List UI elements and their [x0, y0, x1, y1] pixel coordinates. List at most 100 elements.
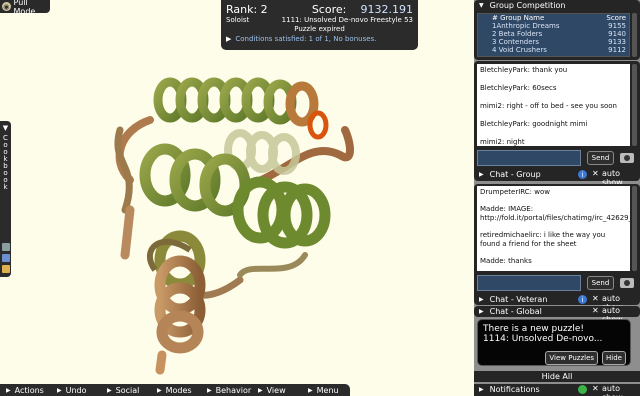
- notifications-title: Notifications: [489, 385, 540, 394]
- chat-group-send-button[interactable]: Send: [587, 151, 614, 165]
- group-table-scrollbar[interactable]: [632, 13, 637, 57]
- notifications-panel: ▶ Notifications ✕ auto show: [474, 384, 640, 396]
- role-label: Soloist: [226, 16, 250, 24]
- menu-social[interactable]: ▶ Social: [107, 386, 139, 395]
- chat-global-header[interactable]: ▶ Chat - Global ✕ auto show: [474, 306, 640, 324]
- pull-mode-icon: ◉: [2, 2, 11, 11]
- rank-label: Rank: 2: [226, 3, 268, 16]
- table-row[interactable]: 4 Void Crushers 9112: [478, 46, 629, 54]
- chat-veteran-scrollbar[interactable]: [632, 186, 637, 271]
- chat-global-panel: ▶ Chat - Global ✕ auto show: [474, 306, 640, 324]
- triangle-right-icon: ▶: [57, 386, 62, 394]
- social-sidebar: ▼ Group Competition # Group Name Score 1A…: [474, 0, 640, 396]
- info-icon[interactable]: i: [578, 295, 587, 304]
- info-icon[interactable]: i: [578, 170, 587, 179]
- new-puzzle-notice: There is a new puzzle! 1114: Unsolved De…: [477, 319, 631, 366]
- table-row[interactable]: 3 Contenders 9133: [478, 38, 629, 46]
- chat-veteran-title: Chat - Veteran: [489, 295, 548, 304]
- group-table: # Group Name Score 1Anthropic Dreams 9155 …: [477, 13, 630, 57]
- chat-group-input[interactable]: [477, 150, 581, 166]
- chat-veteran-input[interactable]: [477, 275, 581, 291]
- score-panel: Rank: 2 Score: 9132.191 Soloist 1111: Un…: [221, 0, 418, 50]
- triangle-right-icon: ▶: [258, 386, 263, 394]
- view-puzzles-button[interactable]: View Puzzles: [545, 351, 599, 365]
- camera-icon[interactable]: [620, 153, 634, 163]
- protein-view[interactable]: [100, 70, 380, 375]
- conditions-text: Conditions satisfied: 1 of 1, No bonuses…: [235, 35, 377, 43]
- loop-strand: [237, 252, 308, 278]
- chat-global-title: Chat - Global: [489, 307, 542, 316]
- auto-show-toggle[interactable]: auto show: [602, 384, 640, 396]
- triangle-right-icon: ▶: [157, 386, 162, 394]
- chat-message: mimi2: night: [480, 138, 525, 146]
- chat-group-header[interactable]: ▶ Chat - Group i ✕ auto show: [474, 169, 640, 187]
- cookbook-label: Cookbook: [3, 134, 8, 191]
- chat-message: mimi2: right - off to bed - see you soon: [480, 102, 617, 110]
- right-helix: [232, 176, 331, 249]
- menu-menu[interactable]: ▶ Menu: [308, 386, 339, 395]
- menu-behavior[interactable]: ▶ Behavior: [207, 386, 251, 395]
- close-icon[interactable]: ✕: [592, 169, 599, 178]
- chat-group-scrollbar[interactable]: [632, 64, 637, 146]
- left-helix: [139, 143, 251, 217]
- close-icon[interactable]: ✕: [592, 294, 599, 303]
- notice-line2: 1114: Unsolved De-novo...: [483, 334, 603, 344]
- close-icon[interactable]: ✕: [592, 306, 599, 315]
- score-label: Score:: [311, 3, 347, 16]
- score-value: 9132.191: [360, 3, 413, 16]
- menu-undo[interactable]: ▶ Undo: [57, 386, 87, 395]
- chat-group-title: Chat - Group: [489, 170, 541, 179]
- group-competition-title: Group Competition: [489, 1, 566, 10]
- chat-message: Madde: IMAGE: http://fold.it/portal/file…: [480, 205, 630, 222]
- notes-icon[interactable]: [1, 265, 10, 273]
- loop-strand: [120, 205, 135, 260]
- chat-veteran-panel: DrumpeterIRC: wow Madde: IMAGE: http://f…: [474, 184, 640, 312]
- triangle-right-icon: ▶: [479, 296, 484, 303]
- triangle-right-icon: ▶: [107, 386, 112, 394]
- table-header: # Group Name Score: [492, 14, 626, 22]
- top-helix: [153, 77, 319, 127]
- group-competition-header[interactable]: ▼ Group Competition: [474, 0, 640, 11]
- chat-veteran-header[interactable]: ▶ Chat - Veteran i ✕ auto show: [474, 294, 640, 312]
- triangle-right-icon: ▶: [479, 171, 484, 178]
- notice-line1: There is a new puzzle!: [483, 324, 585, 334]
- recipe-icon[interactable]: [1, 243, 10, 251]
- chat-group-panel: BletchleyPark: thank you BletchleyPark: …: [474, 61, 640, 187]
- hide-button[interactable]: Hide: [602, 351, 626, 365]
- menu-view[interactable]: ▶ View: [258, 386, 286, 395]
- highlight-segment: [307, 110, 329, 140]
- menu-modes[interactable]: ▶ Modes: [157, 386, 192, 395]
- pull-mode-button[interactable]: ◉ Pull Mode: [0, 0, 50, 16]
- chat-group-log: BletchleyPark: thank you BletchleyPark: …: [477, 64, 630, 146]
- close-icon[interactable]: ✕: [592, 384, 599, 393]
- triangle-right-icon: ▶: [479, 308, 484, 315]
- hide-all-button[interactable]: Hide All: [474, 371, 640, 382]
- pull-mode-label: Pull Mode: [13, 0, 36, 16]
- puzzle-title: 1111: Unsolved De-novo Freestyle 53: [281, 16, 413, 24]
- chat-message: BletchleyPark: goodnight mimi: [480, 120, 588, 128]
- triangle-right-icon: ▶: [308, 386, 313, 394]
- script-icon[interactable]: [1, 254, 10, 262]
- chat-message: BletchleyPark: 60secs: [480, 84, 557, 92]
- triangle-down-icon: ▼: [479, 2, 484, 9]
- status-dot-icon: [578, 385, 587, 394]
- menu-actions[interactable]: ▶ Actions: [6, 386, 44, 395]
- triangle-right-icon: ▶: [226, 35, 232, 43]
- triangle-right-icon: ▶: [479, 386, 484, 393]
- bottom-menu-bar: ▶ Actions ▶ Undo ▶ Social ▶ Modes ▶ Behavior …: [0, 384, 350, 396]
- notifications-header[interactable]: ▶ Notifications ✕ auto show: [474, 384, 640, 396]
- chat-message: Madde: thanks: [480, 257, 532, 265]
- triangle-down-icon: ▼: [2, 124, 9, 132]
- triangle-right-icon: ▶: [207, 386, 212, 394]
- chat-veteran-send-button[interactable]: Send: [587, 276, 614, 290]
- chat-message: DrumpeterIRC: wow: [480, 188, 550, 196]
- puzzle-status: Puzzle expired: [294, 25, 345, 33]
- cookbook-tab[interactable]: ▼ Cookbook: [0, 121, 11, 277]
- table-row[interactable]: 2 Beta Folders 9140: [478, 30, 629, 38]
- conditions-toggle[interactable]: ▶ Conditions satisfied: 1 of 1, No bonuse…: [226, 35, 413, 43]
- triangle-right-icon: ▶: [6, 386, 11, 394]
- chat-message: retiredmichaelirc: i like the way you fo…: [480, 231, 606, 248]
- loop-strand: [155, 350, 167, 375]
- camera-icon[interactable]: [620, 278, 634, 288]
- table-row[interactable]: 1Anthropic Dreams 9155: [478, 22, 629, 30]
